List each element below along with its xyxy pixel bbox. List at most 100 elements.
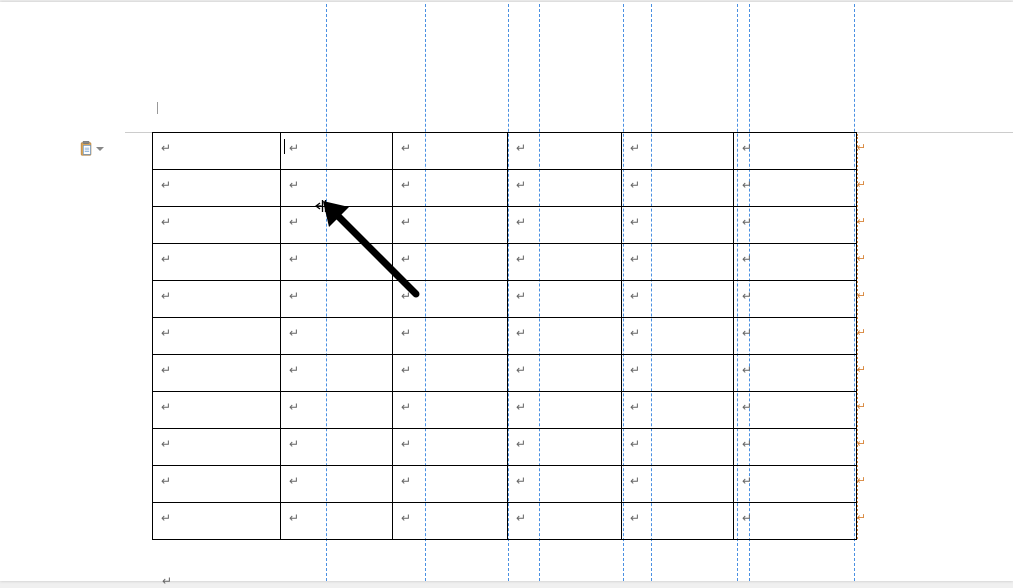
table-cell[interactable]: ↵ bbox=[622, 355, 734, 392]
table-cell[interactable]: ↵ bbox=[622, 318, 734, 355]
paragraph-mark: ↵ bbox=[742, 141, 752, 155]
paragraph-mark: ↵ bbox=[289, 400, 299, 414]
table-cell[interactable]: ↵ bbox=[508, 466, 622, 503]
table-cell[interactable]: ↵↵ bbox=[734, 355, 857, 392]
table-cell[interactable]: ↵ bbox=[622, 392, 734, 429]
table-cell[interactable]: ↵ bbox=[508, 318, 622, 355]
paragraph-mark: ↵ bbox=[161, 474, 171, 488]
row-end-mark: ↵ bbox=[857, 326, 866, 339]
table-cell[interactable]: ↵↵ bbox=[734, 244, 857, 281]
table-cell[interactable]: ↵ bbox=[281, 133, 393, 170]
table-cell[interactable]: ↵ bbox=[508, 503, 622, 540]
paragraph-mark: ↵ bbox=[742, 511, 752, 525]
table-cell[interactable]: ↵ bbox=[508, 244, 622, 281]
row-end-mark: ↵ bbox=[857, 437, 866, 450]
paragraph-mark: ↵ bbox=[516, 474, 526, 488]
table-cell[interactable]: ↵ bbox=[281, 466, 393, 503]
table-cell[interactable]: ↵ bbox=[153, 133, 281, 170]
table-cell[interactable]: ↵ bbox=[153, 281, 281, 318]
row-end-mark: ↵ bbox=[857, 511, 866, 524]
table-cell[interactable]: ↵ bbox=[622, 244, 734, 281]
table-row: ↵↵↵↵↵↵↵ bbox=[153, 503, 857, 540]
table-cell[interactable]: ↵ bbox=[281, 318, 393, 355]
table-row: ↵↵↵↵↵↵↵ bbox=[153, 318, 857, 355]
table-cell[interactable]: ↵ bbox=[393, 207, 508, 244]
paragraph-mark: ↵ bbox=[742, 474, 752, 488]
table-cell[interactable]: ↵ bbox=[622, 503, 734, 540]
table-cell[interactable]: ↵ bbox=[508, 133, 622, 170]
table-cell[interactable]: ↵ bbox=[622, 466, 734, 503]
table-cell[interactable]: ↵↵ bbox=[734, 170, 857, 207]
paragraph-mark: ↵ bbox=[516, 178, 526, 192]
table-cell[interactable]: ↵ bbox=[281, 355, 393, 392]
paragraph-mark: ↵ bbox=[161, 178, 171, 192]
table-cell[interactable]: ↵ bbox=[508, 207, 622, 244]
table-cell[interactable]: ↵ bbox=[393, 318, 508, 355]
table-cell[interactable]: ↵ bbox=[508, 355, 622, 392]
paragraph-mark: ↵ bbox=[630, 326, 640, 340]
table-row: ↵↵↵↵↵↵↵ bbox=[153, 466, 857, 503]
table-cell[interactable]: ↵ bbox=[281, 244, 393, 281]
table-cell[interactable]: ↵ bbox=[393, 281, 508, 318]
table-cell[interactable]: ↵↵ bbox=[734, 133, 857, 170]
table-cell[interactable]: ↵ bbox=[281, 429, 393, 466]
table-cell[interactable]: ↵ bbox=[622, 429, 734, 466]
table-cell[interactable]: ↵ bbox=[508, 429, 622, 466]
table-row: ↵↵↵↵↵↵↵ bbox=[153, 133, 857, 170]
table-cell[interactable]: ↵ bbox=[622, 207, 734, 244]
table-row: ↵↵↵↵↵↵↵ bbox=[153, 355, 857, 392]
row-end-mark: ↵ bbox=[857, 474, 866, 487]
table-cell[interactable]: ↵ bbox=[153, 207, 281, 244]
row-end-mark: ↵ bbox=[857, 178, 866, 191]
paragraph-mark: ↵ bbox=[516, 141, 526, 155]
table-cell[interactable]: ↵ bbox=[393, 355, 508, 392]
paragraph-mark: ↵ bbox=[516, 289, 526, 303]
table-cell[interactable]: ↵ bbox=[281, 207, 393, 244]
table-cell[interactable]: ↵↵ bbox=[734, 392, 857, 429]
table-cell[interactable]: ↵↵ bbox=[734, 207, 857, 244]
table-cell[interactable]: ↵ bbox=[622, 281, 734, 318]
table-cell[interactable]: ↵ bbox=[622, 170, 734, 207]
table-cell[interactable]: ↵ bbox=[153, 429, 281, 466]
table-cell[interactable]: ↵↵ bbox=[734, 318, 857, 355]
table-cell[interactable]: ↵ bbox=[153, 392, 281, 429]
table-cell[interactable]: ↵ bbox=[393, 503, 508, 540]
table-cell[interactable]: ↵ bbox=[393, 170, 508, 207]
table-row: ↵↵↵↵↵↵↵ bbox=[153, 281, 857, 318]
table-cell[interactable]: ↵ bbox=[281, 503, 393, 540]
paragraph-mark: ↵ bbox=[161, 289, 171, 303]
table-cell[interactable]: ↵ bbox=[393, 429, 508, 466]
clipboard-icon bbox=[79, 141, 94, 157]
table-cell[interactable]: ↵ bbox=[281, 392, 393, 429]
table-cell[interactable]: ↵ bbox=[508, 170, 622, 207]
paragraph-mark: ↵ bbox=[516, 252, 526, 266]
table-cell[interactable]: ↵ bbox=[508, 392, 622, 429]
table-cell[interactable]: ↵↵ bbox=[734, 429, 857, 466]
paragraph-mark: ↵ bbox=[401, 474, 411, 488]
table-cell[interactable]: ↵↵ bbox=[734, 281, 857, 318]
table-cell[interactable]: ↵↵ bbox=[734, 503, 857, 540]
table-cell[interactable]: ↵ bbox=[153, 355, 281, 392]
table-cell[interactable]: ↵ bbox=[153, 503, 281, 540]
table-cell[interactable]: ↵ bbox=[281, 281, 393, 318]
paragraph-mark: ↵ bbox=[630, 252, 640, 266]
table-cell[interactable]: ↵ bbox=[281, 170, 393, 207]
table-cell[interactable]: ↵ bbox=[153, 244, 281, 281]
table-cell[interactable]: ↵ bbox=[393, 392, 508, 429]
table-cell[interactable]: ↵ bbox=[153, 466, 281, 503]
table-cell[interactable]: ↵ bbox=[153, 170, 281, 207]
paragraph-mark: ↵ bbox=[162, 574, 172, 588]
table-cell[interactable]: ↵ bbox=[393, 244, 508, 281]
dropdown-arrow-icon bbox=[96, 147, 104, 151]
table-cell[interactable]: ↵ bbox=[153, 318, 281, 355]
table-row: ↵↵↵↵↵↵↵ bbox=[153, 170, 857, 207]
paste-options-button[interactable] bbox=[79, 140, 105, 158]
table-cell[interactable]: ↵ bbox=[508, 281, 622, 318]
table-cell[interactable]: ↵ bbox=[393, 133, 508, 170]
paragraph-mark: ↵ bbox=[516, 437, 526, 451]
document-table[interactable]: ↵↵↵↵↵↵↵↵↵↵↵↵↵↵↵↵↵↵↵↵↵↵↵↵↵↵↵↵↵↵↵↵↵↵↵↵↵↵↵↵… bbox=[152, 132, 857, 540]
paragraph-mark: ↵ bbox=[630, 437, 640, 451]
table-cell[interactable]: ↵ bbox=[622, 133, 734, 170]
table-cell[interactable]: ↵ bbox=[393, 466, 508, 503]
table-cell[interactable]: ↵↵ bbox=[734, 466, 857, 503]
